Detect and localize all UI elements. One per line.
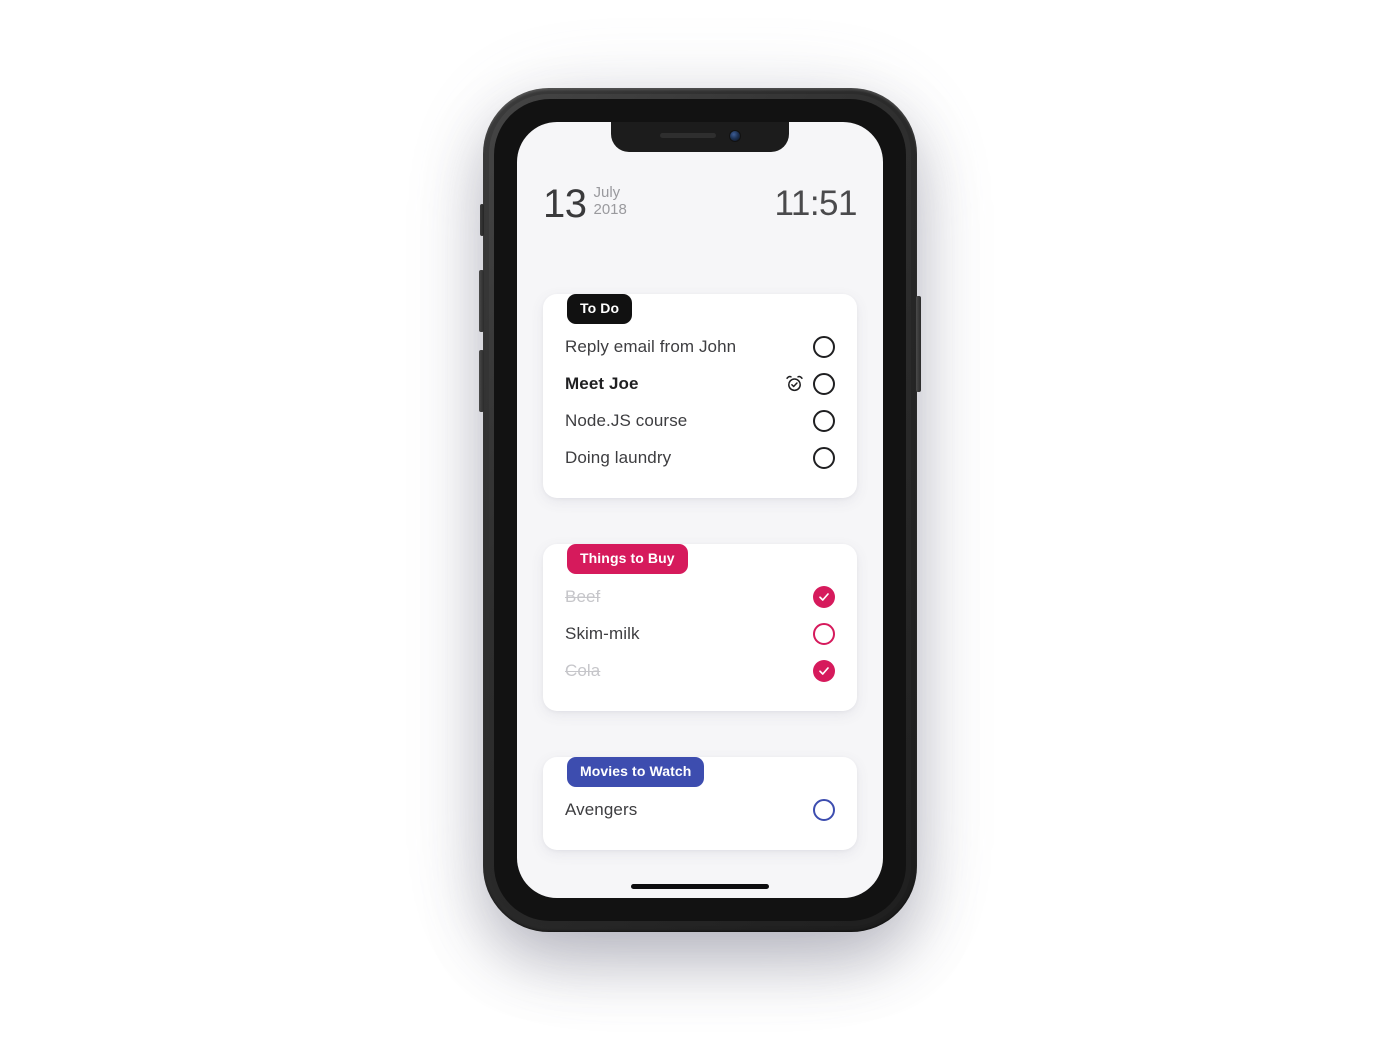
checkbox-unchecked[interactable]: [813, 372, 835, 395]
power-button[interactable]: [916, 296, 921, 392]
phone-device: 13 July 2018 11:51 To Do Reply email from…: [479, 88, 921, 932]
scene: 13 July 2018 11:51 To Do Reply email from…: [0, 0, 1400, 1050]
list-item-label: Cola: [565, 660, 601, 680]
checkbox-unchecked[interactable]: [813, 409, 835, 432]
list-item-controls: [813, 622, 835, 645]
checkbox-unchecked[interactable]: [813, 335, 835, 358]
list-item[interactable]: Node.JS course: [565, 402, 835, 439]
checkbox-unchecked[interactable]: [813, 622, 835, 645]
list-item-label: Beef: [565, 586, 601, 606]
list-item[interactable]: Doing laundry: [565, 439, 835, 476]
list-badge-things-to-buy[interactable]: Things to Buy: [567, 544, 688, 574]
date-month-year: July 2018: [594, 184, 627, 218]
list-item[interactable]: Avengers: [565, 791, 835, 828]
checkbox-checked[interactable]: [813, 585, 835, 608]
phone-screen: 13 July 2018 11:51 To Do Reply email from…: [517, 122, 883, 898]
list-item-controls: [813, 446, 835, 469]
list-item-controls: [813, 659, 835, 682]
list-item-label: Meet Joe: [565, 373, 639, 393]
list-item[interactable]: Reply email from John: [565, 328, 835, 365]
date-day: 13: [543, 182, 587, 226]
front-camera-icon: [730, 130, 740, 141]
list-cards-container: To Do Reply email from John Meet Joe Node.J…: [517, 280, 883, 850]
notch: [611, 122, 789, 152]
list-item[interactable]: Skim-milk: [565, 615, 835, 652]
list-item-controls: [813, 409, 835, 432]
list-item-controls: [813, 335, 835, 358]
checkbox-unchecked[interactable]: [813, 798, 835, 821]
alarm-clock-icon[interactable]: [785, 374, 804, 393]
list-item[interactable]: Cola: [565, 652, 835, 689]
card-body-todo: Reply email from John Meet Joe Node.JS cou…: [543, 294, 857, 498]
list-item[interactable]: Meet Joe: [565, 365, 835, 402]
list-item-controls: [813, 798, 835, 821]
list-card-things-to-buy: Things to Buy Beef Skim-milk Cola: [543, 544, 857, 711]
clock-time: 11:51: [774, 184, 858, 223]
list-badge-movies-to-watch[interactable]: Movies to Watch: [567, 757, 705, 787]
list-item-label: Doing laundry: [565, 447, 672, 467]
date-display: 13 July 2018: [543, 184, 627, 224]
list-item-label: Skim-milk: [565, 623, 640, 643]
list-item-controls: [813, 585, 835, 608]
list-card-movies-to-watch: Movies to Watch Avengers: [543, 757, 857, 850]
list-card-todo: To Do Reply email from John Meet Joe Node.J…: [543, 294, 857, 498]
date-month: July: [593, 184, 621, 201]
list-badge-todo[interactable]: To Do: [567, 294, 633, 324]
checkbox-checked[interactable]: [813, 659, 835, 682]
volume-up-button[interactable]: [479, 270, 484, 332]
date-year: 2018: [593, 201, 627, 218]
checkbox-unchecked[interactable]: [813, 446, 835, 469]
list-item[interactable]: Beef: [565, 578, 835, 615]
list-item-controls: [785, 372, 835, 395]
earpiece-speaker-icon: [660, 133, 716, 138]
volume-down-button[interactable]: [479, 350, 484, 412]
list-item-label: Avengers: [565, 799, 638, 819]
list-item-label: Reply email from John: [565, 336, 737, 356]
list-item-label: Node.JS course: [565, 410, 688, 430]
silent-switch-button[interactable]: [480, 204, 484, 236]
status-header: 13 July 2018 11:51: [517, 184, 883, 224]
home-indicator[interactable]: [631, 884, 769, 889]
